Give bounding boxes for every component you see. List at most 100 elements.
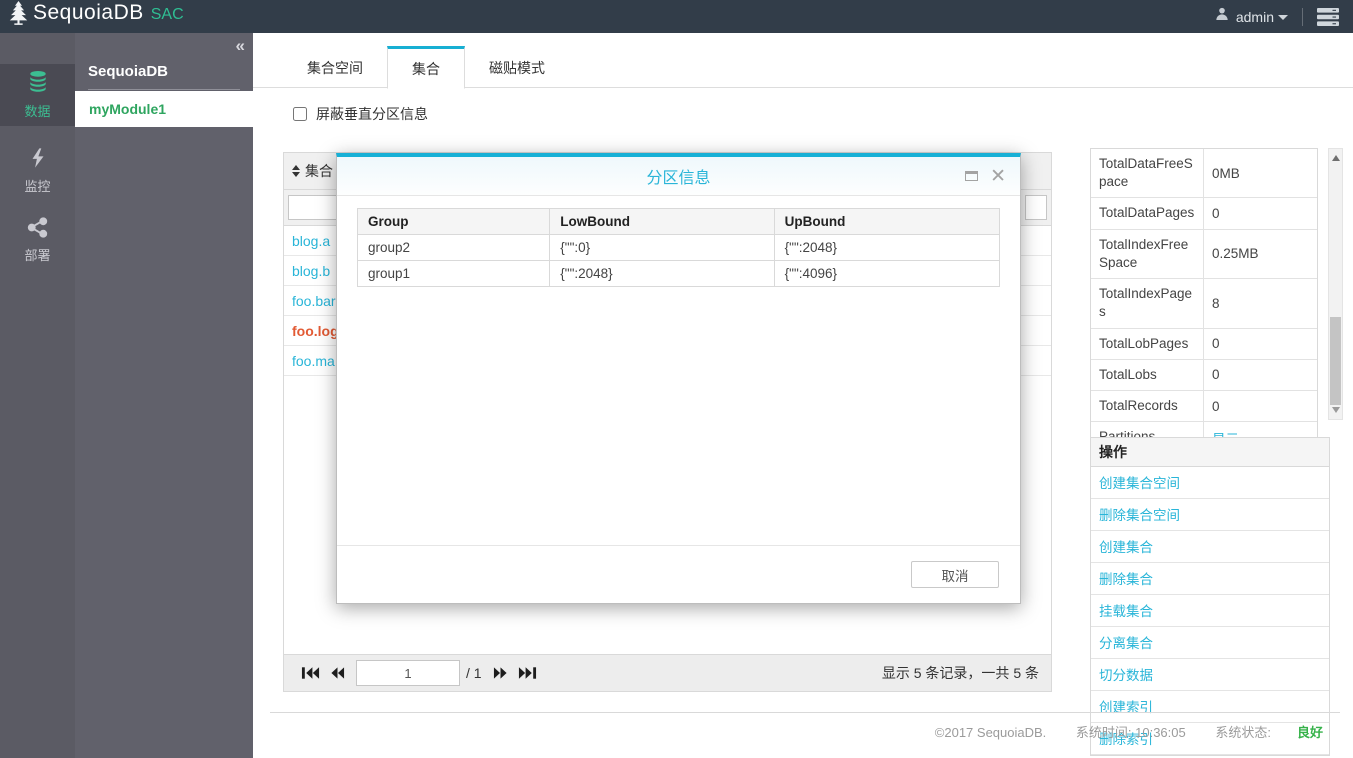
system-time: 系统时间: 10:36:05 <box>1075 725 1186 740</box>
operation-link[interactable]: 创建集合空间 <box>1099 476 1180 491</box>
operation-link[interactable]: 切分数据 <box>1099 668 1153 683</box>
list-item: 删除集合 <box>1091 563 1329 595</box>
copyright: ©2017 SequoiaDB. <box>934 725 1047 740</box>
list-item: 删除集合空间 <box>1091 499 1329 531</box>
stat-value[interactable]: 0.25MB <box>1204 230 1317 278</box>
hide-vertical-partition-checkbox[interactable] <box>293 107 307 121</box>
next-page-button[interactable] <box>493 666 508 680</box>
footer: ©2017 SequoiaDB. 系统时间: 10:36:05 系统状态: 良好 <box>253 722 1323 741</box>
collapse-sidebar-icon[interactable]: « <box>236 36 245 56</box>
operation-link[interactable]: 删除集合空间 <box>1099 508 1180 523</box>
maximize-icon[interactable] <box>965 171 979 181</box>
close-icon[interactable]: ✕ <box>990 167 1006 186</box>
collection-link[interactable]: blog.a <box>292 233 330 249</box>
pagination-bar: / 1 显示 5 条记录，一共 5 条 <box>284 654 1051 691</box>
divider <box>270 712 1340 713</box>
cancel-button[interactable]: 取消 <box>911 561 999 588</box>
server-list-icon[interactable] <box>1317 7 1339 26</box>
sidebar-item-module[interactable]: myModule1 <box>75 91 253 127</box>
dialog-footer: 取消 <box>337 545 1020 603</box>
stat-value[interactable]: 0MB <box>1204 149 1317 197</box>
scrollbar-thumb[interactable] <box>1330 317 1341 405</box>
nav-rail: 数据 监控 部署 <box>0 33 75 758</box>
rail-item-label: 监控 <box>24 178 51 194</box>
stats-table: TotalDataFreeSpace 0MB TotalDataPages 0 … <box>1090 148 1318 457</box>
divider <box>88 89 240 90</box>
stat-value[interactable]: 0 <box>1204 391 1317 421</box>
list-item: 创建索引 <box>1091 691 1329 723</box>
topbar: SequoiaDB SAC admin <box>0 0 1353 33</box>
share-icon <box>26 216 49 242</box>
stat-value[interactable]: 8 <box>1204 279 1317 327</box>
cell-lowbound: {"":2048} <box>550 261 775 287</box>
rail-item-label: 数据 <box>24 104 51 119</box>
checkbox-label[interactable]: 屏蔽垂直分区信息 <box>316 104 428 124</box>
collection-link[interactable]: blog.b <box>292 263 330 279</box>
rail-item-monitor[interactable]: 监控 <box>0 139 75 201</box>
column-header: LowBound <box>550 209 775 235</box>
vertical-partition-filter: 屏蔽垂直分区信息 <box>293 104 428 124</box>
tab-label: 磁贴模式 <box>489 59 545 76</box>
table-row: TotalDataFreeSpace 0MB <box>1091 149 1317 199</box>
sequoia-tree-icon <box>6 0 31 33</box>
column-header <box>1021 153 1051 189</box>
table-row: group2 {"":0} {"":2048} <box>358 235 999 261</box>
page-total: / 1 <box>466 665 482 681</box>
collection-link[interactable]: foo.bar <box>292 293 336 309</box>
partition-info-dialog: 分区信息 ✕ Group LowBound UpBound group2 {""… <box>336 153 1021 604</box>
list-item: 分离集合 <box>1091 627 1329 659</box>
operations-panel: 操作 创建集合空间 删除集合空间 创建集合 删除集合 挂载集合 分离集合 切分数… <box>1090 437 1330 756</box>
stats-panel: TotalDataFreeSpace 0MB TotalDataPages 0 … <box>1090 148 1343 457</box>
rail-item-deploy[interactable]: 部署 <box>0 209 75 271</box>
table-row: TotalIndexPages 8 <box>1091 279 1317 329</box>
module-name: myModule1 <box>89 101 167 117</box>
operation-link[interactable]: 挂载集合 <box>1099 604 1153 619</box>
table-row: TotalLobs 0 <box>1091 359 1317 391</box>
status-badge: 良好 <box>1296 725 1323 740</box>
prev-page-button[interactable] <box>330 666 345 680</box>
lightning-icon <box>27 146 49 173</box>
tab-tile-mode[interactable]: 磁贴模式 <box>465 46 569 89</box>
table-header-row: Group LowBound UpBound <box>358 209 999 235</box>
operation-link[interactable]: 删除集合 <box>1099 572 1153 587</box>
collection-link[interactable]: foo.log <box>292 323 339 339</box>
list-item: 切分数据 <box>1091 659 1329 691</box>
stat-label: TotalIndexFreeSpace <box>1091 229 1204 279</box>
stats-scrollbar[interactable] <box>1328 148 1343 420</box>
tab-collection[interactable]: 集合 <box>387 46 465 89</box>
list-item: 创建集合空间 <box>1091 467 1329 499</box>
rail-item-data[interactable]: 数据 <box>0 64 75 126</box>
sort-icon <box>292 165 300 177</box>
first-page-button[interactable] <box>301 666 320 680</box>
dialog-header: 分区信息 ✕ <box>337 157 1020 196</box>
tab-label: 集合 <box>412 60 440 77</box>
table-row: TotalIndexFreeSpace 0.25MB <box>1091 229 1317 280</box>
operation-link[interactable]: 创建集合 <box>1099 540 1153 555</box>
stat-value[interactable]: 0 <box>1204 360 1317 390</box>
collection-filter-input-2[interactable] <box>1025 195 1047 220</box>
chevron-down-icon <box>1278 15 1288 20</box>
cell-upbound: {"":4096} <box>774 261 999 287</box>
stat-label: TotalLobPages <box>1091 328 1204 359</box>
stat-label: TotalLobs <box>1091 359 1204 390</box>
operation-link[interactable]: 分离集合 <box>1099 636 1153 651</box>
database-icon <box>26 70 50 98</box>
app-subtitle: SAC <box>150 5 184 23</box>
list-item: 挂载集合 <box>1091 595 1329 627</box>
stat-value[interactable]: 0 <box>1204 198 1317 228</box>
user-menu[interactable]: admin <box>1214 6 1288 27</box>
stat-label: TotalRecords <box>1091 390 1204 422</box>
partition-table: Group LowBound UpBound group2 {"":0} {""… <box>357 208 1000 287</box>
record-count-summary: 显示 5 条记录，一共 5 条 <box>881 665 1039 681</box>
stat-value[interactable]: 0 <box>1204 329 1317 359</box>
table-row: group1 {"":2048} {"":4096} <box>358 261 999 287</box>
scroll-down-icon[interactable] <box>1329 403 1342 417</box>
table-row: TotalLobPages 0 <box>1091 328 1317 360</box>
scroll-up-icon[interactable] <box>1329 151 1342 165</box>
module-sidebar: « SequoiaDB myModule1 <box>75 33 253 758</box>
last-page-button[interactable] <box>518 666 537 680</box>
collection-link[interactable]: foo.ma <box>292 353 335 369</box>
stat-label: TotalDataFreeSpace <box>1091 149 1204 198</box>
tab-collection-space[interactable]: 集合空间 <box>283 46 387 89</box>
page-number-input[interactable] <box>356 660 460 686</box>
